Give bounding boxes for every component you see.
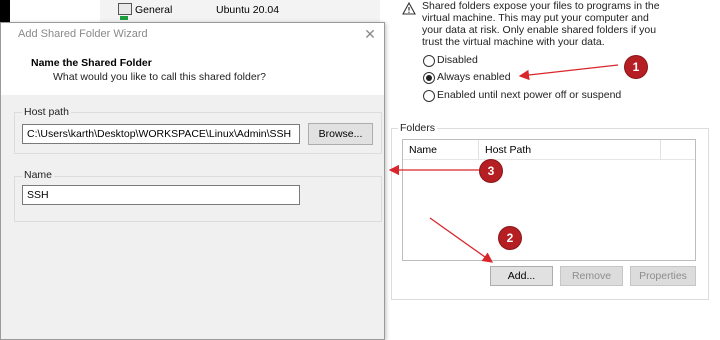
- arrow-1: [518, 64, 619, 81]
- arrow-2: [429, 217, 494, 263]
- annotation-badge-2: 2: [499, 227, 521, 249]
- annotation-arrows: [388, 64, 619, 263]
- annotation-badge-1: 1: [625, 56, 647, 78]
- annotation-badge-3: 3: [480, 160, 502, 182]
